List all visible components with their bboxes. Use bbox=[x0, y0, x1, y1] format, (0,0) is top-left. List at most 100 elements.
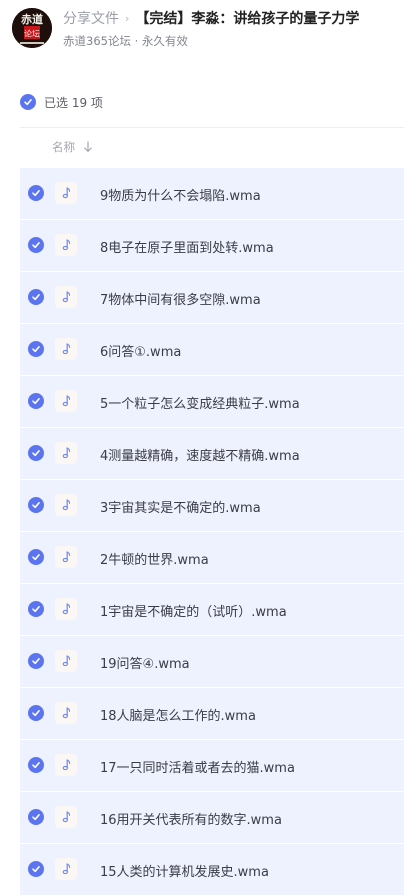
audio-file-icon bbox=[55, 494, 77, 516]
file-name: 1宇宙是不确定的（试听）.wma bbox=[100, 605, 287, 620]
checkmark-icon bbox=[32, 294, 40, 301]
share-title: 【完结】李淼：讲给孩子的量子力学 bbox=[135, 11, 360, 27]
file-row[interactable]: 6问答①.wma bbox=[20, 324, 404, 375]
row-checkbox[interactable] bbox=[28, 185, 44, 201]
file-name: 4测量越精确，速度越不精确.wma bbox=[100, 449, 300, 464]
file-name: 8电子在原子里面到处转.wma bbox=[100, 241, 274, 256]
row-checkbox[interactable] bbox=[28, 237, 44, 253]
selection-count: 已选 19 项 bbox=[44, 95, 103, 110]
audio-file-icon bbox=[55, 598, 77, 620]
avatar[interactable]: 赤道 论坛 bbox=[12, 8, 52, 48]
audio-file-icon bbox=[55, 546, 77, 568]
row-checkbox[interactable] bbox=[28, 497, 44, 513]
audio-file-icon bbox=[55, 858, 77, 880]
audio-file-icon bbox=[55, 338, 77, 360]
music-note-icon bbox=[62, 759, 71, 771]
music-note-icon bbox=[62, 447, 71, 459]
row-checkbox[interactable] bbox=[28, 341, 44, 357]
column-label-name: 名称 bbox=[52, 140, 75, 154]
row-checkbox[interactable] bbox=[28, 445, 44, 461]
music-note-icon bbox=[62, 291, 71, 303]
selection-bar: 已选 19 项 bbox=[20, 93, 103, 111]
audio-file-icon bbox=[55, 182, 77, 204]
breadcrumb: 分享文件 › 【完结】李淼：讲给孩子的量子力学 bbox=[63, 8, 359, 28]
file-row[interactable]: 9物质为什么不会塌陷.wma bbox=[20, 168, 404, 219]
row-checkbox[interactable] bbox=[28, 757, 44, 773]
file-row[interactable]: 16用开关代表所有的数字.wma bbox=[20, 792, 404, 843]
file-row[interactable]: 15人类的计算机发展史.wma bbox=[20, 844, 404, 895]
audio-file-icon bbox=[55, 390, 77, 412]
file-name: 18人脑是怎么工作的.wma bbox=[100, 709, 256, 724]
checkmark-icon bbox=[32, 398, 40, 405]
music-note-icon bbox=[62, 863, 71, 875]
music-note-icon bbox=[62, 499, 71, 511]
file-name: 9物质为什么不会塌陷.wma bbox=[100, 189, 261, 204]
audio-file-icon bbox=[55, 650, 77, 672]
file-name: 6问答①.wma bbox=[100, 345, 182, 360]
file-name: 16用开关代表所有的数字.wma bbox=[100, 813, 282, 828]
file-name: 7物体中间有很多空隙.wma bbox=[100, 293, 261, 308]
sort-arrow-down-icon[interactable] bbox=[83, 141, 93, 153]
file-row[interactable]: 5一个粒子怎么变成经典粒子.wma bbox=[20, 376, 404, 427]
file-row[interactable]: 17一只同时活着或者去的猫.wma bbox=[20, 740, 404, 791]
music-note-icon bbox=[62, 187, 71, 199]
file-row[interactable]: 18人脑是怎么工作的.wma bbox=[20, 688, 404, 739]
share-subtitle: 赤道365论坛 · 永久有效 bbox=[63, 34, 188, 48]
file-row[interactable]: 7物体中间有很多空隙.wma bbox=[20, 272, 404, 323]
row-checkbox[interactable] bbox=[28, 653, 44, 669]
svg-text:赤道: 赤道 bbox=[21, 12, 43, 26]
divider bbox=[20, 127, 404, 128]
music-note-icon bbox=[62, 655, 71, 667]
row-checkbox[interactable] bbox=[28, 549, 44, 565]
name-column-header[interactable]: 名称 bbox=[52, 139, 93, 155]
checkmark-icon bbox=[32, 190, 40, 197]
file-name: 19问答④.wma bbox=[100, 657, 190, 672]
svg-text:论坛: 论坛 bbox=[24, 29, 40, 39]
checkmark-icon bbox=[24, 99, 32, 106]
select-all-checkbox[interactable] bbox=[20, 94, 36, 110]
checkmark-icon bbox=[32, 450, 40, 457]
music-note-icon bbox=[62, 551, 71, 563]
file-name: 17一只同时活着或者去的猫.wma bbox=[100, 761, 295, 776]
file-row[interactable]: 8电子在原子里面到处转.wma bbox=[20, 220, 404, 271]
checkmark-icon bbox=[32, 710, 40, 717]
audio-file-icon bbox=[55, 702, 77, 724]
file-row[interactable]: 1宇宙是不确定的（试听）.wma bbox=[20, 584, 404, 635]
checkmark-icon bbox=[32, 554, 40, 561]
checkmark-icon bbox=[32, 658, 40, 665]
forum-logo-icon: 赤道 论坛 bbox=[12, 8, 52, 48]
checkmark-icon bbox=[32, 502, 40, 509]
breadcrumb-root-link[interactable]: 分享文件 bbox=[63, 11, 119, 27]
row-checkbox[interactable] bbox=[28, 705, 44, 721]
checkmark-icon bbox=[32, 814, 40, 821]
file-row[interactable]: 2牛顿的世界.wma bbox=[20, 532, 404, 583]
audio-file-icon bbox=[55, 754, 77, 776]
file-list: 9物质为什么不会塌陷.wma 8电子在原子里面到处转.wma 7物体中间有很多空隙.… bbox=[20, 168, 404, 896]
row-checkbox[interactable] bbox=[28, 289, 44, 305]
row-checkbox[interactable] bbox=[28, 393, 44, 409]
row-checkbox[interactable] bbox=[28, 601, 44, 617]
file-row[interactable]: 3宇宙其实是不确定的.wma bbox=[20, 480, 404, 531]
file-row[interactable]: 4测量越精确，速度越不精确.wma bbox=[20, 428, 404, 479]
audio-file-icon bbox=[55, 234, 77, 256]
music-note-icon bbox=[62, 343, 71, 355]
file-name: 15人类的计算机发展史.wma bbox=[100, 865, 269, 880]
audio-file-icon bbox=[55, 806, 77, 828]
checkmark-icon bbox=[32, 606, 40, 613]
file-name: 5一个粒子怎么变成经典粒子.wma bbox=[100, 397, 300, 412]
music-note-icon bbox=[62, 395, 71, 407]
checkmark-icon bbox=[32, 762, 40, 769]
audio-file-icon bbox=[55, 442, 77, 464]
file-name: 2牛顿的世界.wma bbox=[100, 553, 209, 568]
music-note-icon bbox=[62, 603, 71, 615]
checkmark-icon bbox=[32, 866, 40, 873]
checkmark-icon bbox=[32, 346, 40, 353]
music-note-icon bbox=[62, 707, 71, 719]
chevron-right-icon: › bbox=[125, 12, 130, 25]
share-header: 赤道 论坛 分享文件 › 【完结】李淼：讲给孩子的量子力学 赤道365论坛 · 永久… bbox=[0, 0, 404, 60]
music-note-icon bbox=[62, 239, 71, 251]
music-note-icon bbox=[62, 811, 71, 823]
audio-file-icon bbox=[55, 286, 77, 308]
file-row[interactable]: 19问答④.wma bbox=[20, 636, 404, 687]
row-checkbox[interactable] bbox=[28, 809, 44, 825]
